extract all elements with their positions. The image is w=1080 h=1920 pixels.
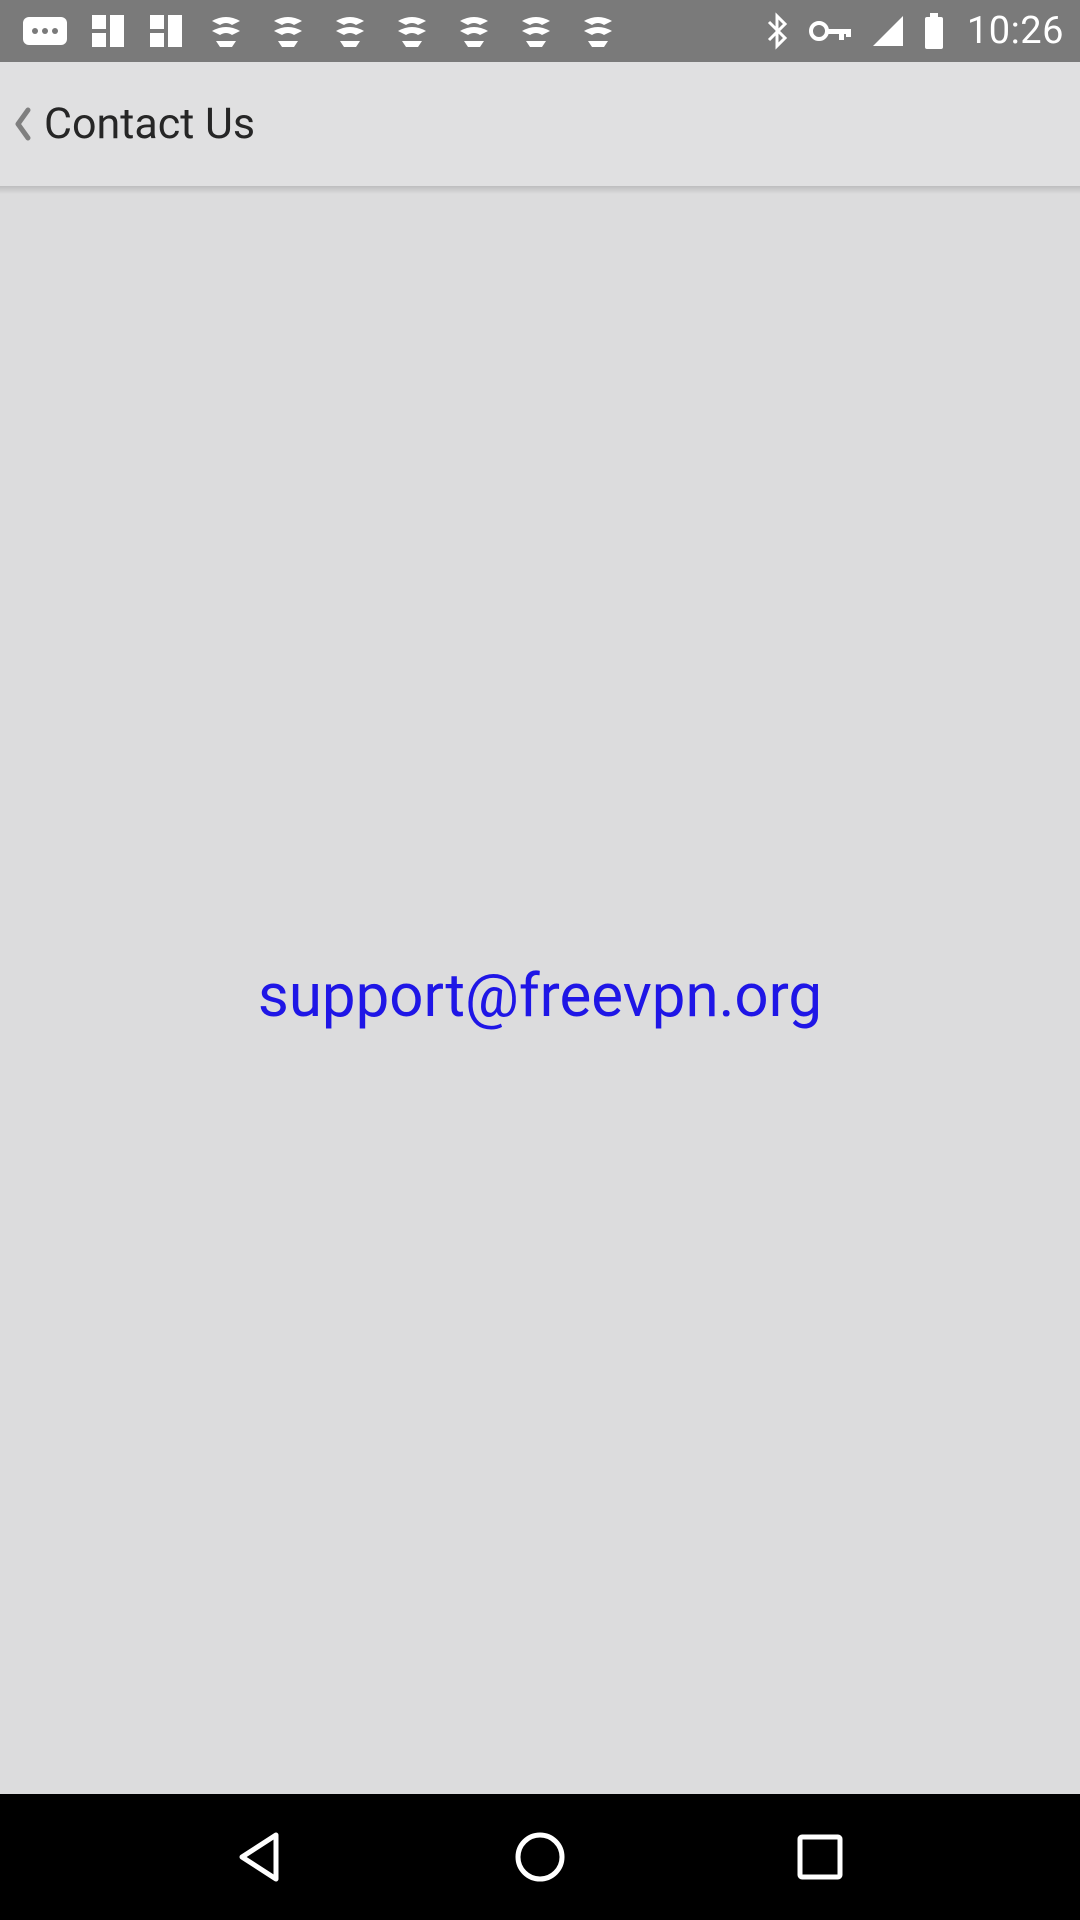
photos-icon [90, 13, 126, 49]
home-circle-icon [515, 1832, 565, 1882]
back-triangle-icon [239, 1832, 279, 1882]
status-right-icons: 10:26 [765, 9, 1064, 53]
status-bar: 10:26 [0, 0, 1080, 62]
back-button[interactable]: Contact Us [0, 62, 255, 186]
sync-icon [268, 13, 308, 49]
app-bar-divider [0, 186, 1080, 194]
sync-icon [454, 13, 494, 49]
status-time: 10:26 [966, 9, 1064, 53]
sync-icon [392, 13, 432, 49]
sync-icon [516, 13, 556, 49]
sync-icon [206, 13, 246, 49]
app-bar: Contact Us [0, 62, 1080, 186]
signal-icon [871, 14, 905, 48]
sync-icon [578, 13, 618, 49]
more-icon [22, 16, 68, 46]
recents-square-icon [797, 1834, 843, 1880]
page-title: Contact Us [44, 99, 256, 149]
sync-icon [330, 13, 370, 49]
vpn-key-icon [808, 18, 853, 44]
bluetooth-icon [765, 12, 791, 50]
status-left-icons [22, 13, 618, 49]
nav-recents-button[interactable] [775, 1812, 865, 1902]
photos-icon [148, 13, 184, 49]
battery-icon [923, 12, 945, 50]
main-content: support@freevpn.org [0, 194, 1080, 1794]
navigation-bar [0, 1794, 1080, 1920]
chevron-left-icon [10, 104, 36, 144]
nav-back-button[interactable] [215, 1812, 305, 1902]
nav-home-button[interactable] [495, 1812, 585, 1902]
support-email-link[interactable]: support@freevpn.org [0, 960, 1080, 1031]
